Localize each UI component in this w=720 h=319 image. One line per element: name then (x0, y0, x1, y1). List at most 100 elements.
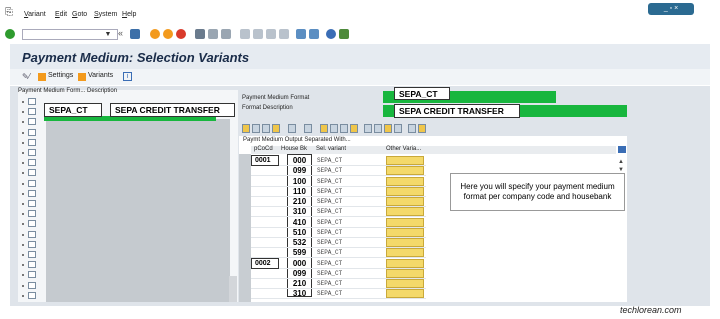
row-document-icon[interactable] (28, 118, 36, 126)
housebank-cell[interactable]: 510 (287, 228, 312, 237)
prev-page-icon[interactable] (253, 29, 263, 39)
row-document-icon[interactable] (28, 179, 36, 187)
housebank-cell[interactable]: 310 (287, 207, 312, 216)
save-icon[interactable] (130, 29, 140, 39)
find-next-grid-icon[interactable] (394, 124, 402, 133)
other-variant-button[interactable] (386, 268, 424, 278)
housebank-cell[interactable]: 000 (287, 156, 312, 165)
housebank-cell[interactable]: 100 (287, 177, 312, 186)
row-document-icon[interactable] (28, 138, 36, 146)
row-document-icon[interactable] (28, 189, 36, 197)
selection-variant-cell[interactable]: SEPA_CT (317, 178, 342, 185)
housebank-cell[interactable]: 410 (287, 218, 312, 227)
enter-icon[interactable] (5, 29, 15, 39)
exit-nav-icon[interactable] (163, 29, 173, 39)
menu-system[interactable]: System (94, 11, 117, 18)
print-grid-icon[interactable] (288, 124, 296, 133)
row-document-icon[interactable] (28, 98, 36, 105)
scroll-up-icon[interactable]: ▲ (618, 159, 624, 165)
selection-variant-cell[interactable]: SEPA_CT (317, 239, 342, 246)
col-header-selvariant[interactable]: Sel. variant (316, 146, 346, 152)
row-document-icon[interactable] (28, 261, 36, 269)
chevron-down-icon[interactable]: ▼ (102, 29, 114, 40)
sum-icon[interactable] (364, 124, 372, 133)
company-code-cell[interactable]: 0002 (251, 257, 279, 269)
row-document-icon[interactable] (28, 230, 36, 238)
find-grid-icon[interactable] (384, 124, 392, 133)
row-document-icon[interactable] (28, 220, 36, 228)
next-page-icon[interactable] (266, 29, 276, 39)
selection-variant-cell[interactable]: SEPA_CT (317, 157, 342, 164)
other-variant-button[interactable] (386, 207, 424, 217)
menu-edit[interactable]: Edit (55, 11, 67, 18)
cut-icon[interactable] (320, 124, 328, 133)
col-header-cocd[interactable]: pCoCd (254, 146, 273, 152)
first-page-icon[interactable] (240, 29, 250, 39)
row-document-icon[interactable] (28, 169, 36, 177)
insert-row-icon[interactable] (418, 124, 426, 133)
menu-goto[interactable]: Goto (72, 11, 87, 18)
sort-asc-icon[interactable] (252, 124, 260, 133)
append-row-icon[interactable] (408, 124, 416, 133)
description-field[interactable]: SEPA CREDIT TRANSFER (394, 104, 520, 118)
copy-icon[interactable] (330, 124, 338, 133)
find-next-icon[interactable] (221, 29, 231, 39)
menu-variant[interactable]: Variant (24, 11, 46, 18)
cancel-icon[interactable] (176, 29, 186, 39)
row-document-icon[interactable] (28, 128, 36, 136)
housebank-cell[interactable]: 110 (287, 187, 312, 196)
housebank-cell[interactable]: 099 (287, 269, 312, 278)
row-document-icon[interactable] (28, 200, 36, 207)
row-document-icon[interactable] (28, 291, 36, 299)
row-selector-column[interactable] (239, 154, 251, 302)
selection-variant-cell[interactable]: SEPA_CT (317, 219, 342, 226)
selection-variant-cell[interactable]: SEPA_CT (317, 280, 342, 287)
back-icon[interactable] (150, 29, 160, 39)
other-variant-button[interactable] (386, 279, 424, 288)
selected-format-description[interactable]: SEPA CREDIT TRANSFER (110, 103, 235, 117)
help-icon[interactable] (326, 29, 336, 39)
row-document-icon[interactable] (28, 271, 36, 279)
row-document-icon[interactable] (28, 251, 36, 258)
housebank-cell[interactable]: 210 (287, 279, 312, 288)
sort-desc-icon[interactable] (262, 124, 270, 133)
settings-button[interactable]: Settings (48, 72, 73, 79)
col-header-housebank[interactable]: House Bk (281, 146, 307, 152)
selection-variant-cell[interactable]: SEPA_CT (317, 260, 342, 267)
row-document-icon[interactable] (28, 149, 36, 156)
company-code-cell[interactable]: 0001 (251, 155, 279, 166)
info-icon[interactable]: i (123, 72, 132, 81)
housebank-cell[interactable]: 532 (287, 238, 312, 247)
details-icon[interactable] (242, 124, 250, 133)
row-document-icon[interactable] (28, 159, 36, 167)
other-variant-button[interactable] (386, 156, 424, 165)
housebank-cell[interactable]: 000 (287, 259, 312, 268)
other-variant-button[interactable] (386, 248, 424, 258)
layout-icon[interactable] (339, 29, 349, 39)
housebank-cell[interactable]: 099 (287, 166, 312, 175)
housebank-cell[interactable]: 210 (287, 197, 312, 206)
format-field[interactable]: SEPA_CT (394, 87, 450, 100)
selection-variant-cell[interactable]: SEPA_CT (317, 229, 342, 236)
variants-button[interactable]: Variants (88, 72, 113, 79)
find-icon[interactable] (208, 29, 218, 39)
menu-help[interactable]: Help (122, 11, 136, 18)
export-icon[interactable] (304, 124, 312, 133)
other-variant-button[interactable] (386, 166, 424, 176)
other-variant-button[interactable] (386, 289, 424, 299)
selection-variant-cell[interactable]: SEPA_CT (317, 270, 342, 277)
selection-variant-cell[interactable]: SEPA_CT (317, 167, 342, 174)
exit-icon[interactable]: ⎘ (5, 7, 17, 18)
selection-variant-cell[interactable]: SEPA_CT (317, 188, 342, 195)
selection-variant-cell[interactable]: SEPA_CT (317, 208, 342, 215)
selected-format-code[interactable]: SEPA_CT (44, 103, 102, 117)
selection-variant-cell[interactable]: SEPA_CT (317, 198, 342, 205)
back-chevron-icon[interactable]: « (118, 28, 123, 38)
shortcut-icon[interactable] (309, 29, 319, 39)
subtotal-icon[interactable] (374, 124, 382, 133)
other-variant-button[interactable] (386, 186, 424, 196)
housebank-cell[interactable]: 599 (287, 248, 312, 257)
other-variant-button[interactable] (386, 238, 424, 247)
col-header-othervariant[interactable]: Other Varia... (386, 146, 421, 152)
other-variant-button[interactable] (386, 197, 424, 206)
